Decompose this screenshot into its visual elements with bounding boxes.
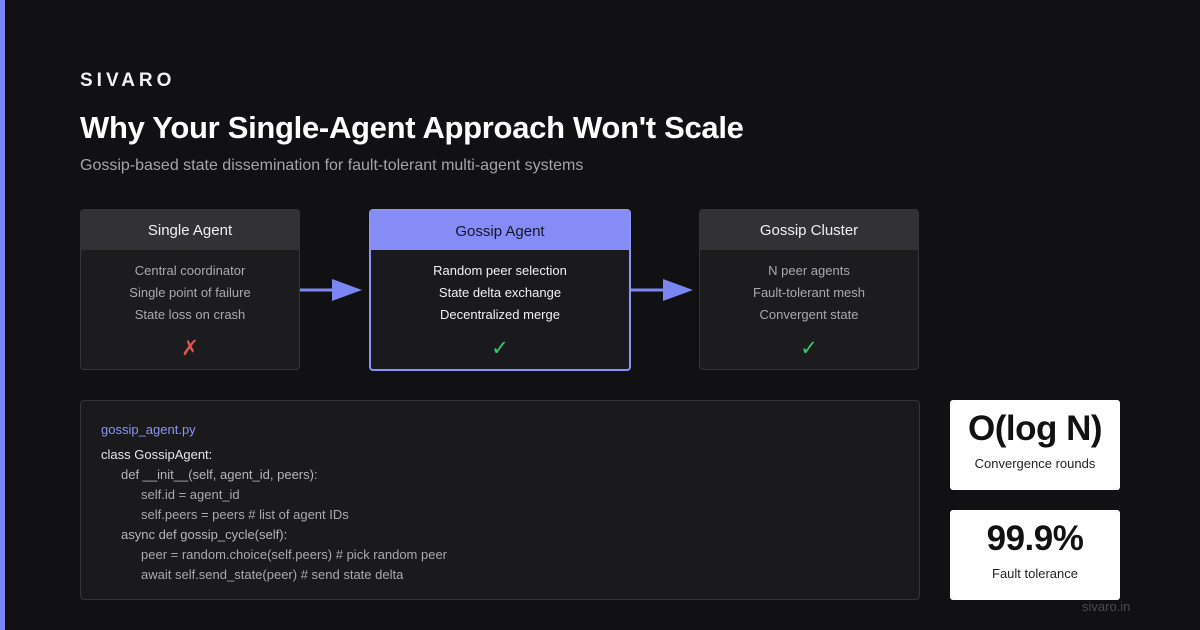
card-line: State delta exchange (438, 285, 562, 300)
stat-fault-tolerance: 99.9% Fault tolerance (950, 510, 1120, 600)
code-line: def __init__(self, agent_id, peers): (121, 467, 318, 482)
check-icon: ✓ (491, 337, 509, 360)
brand-logo: SIVARO (80, 70, 176, 91)
code-line: self.id = agent_id (141, 487, 240, 502)
code-line: peer = random.choice(self.peers) # pick … (141, 547, 448, 562)
footer-url: sivaro.in (1082, 599, 1131, 614)
card-line: Convergent state (759, 307, 859, 322)
card-single-agent: Single Agent Central coordinator Single … (80, 209, 300, 370)
code-line: await self.send_state(peer) # send state… (141, 567, 404, 582)
stat-value: 99.9% (986, 519, 1084, 558)
card-title: Single Agent (81, 210, 299, 250)
arrow-right-icon (631, 279, 693, 301)
card-title: Gossip Agent (371, 211, 629, 250)
code-line: async def gossip_cycle(self): (121, 527, 288, 542)
card-gossip-agent: Gossip Agent Random peer selection State… (369, 209, 631, 371)
card-line: Central coordinator (134, 263, 246, 278)
arrow-right-icon (300, 279, 362, 301)
check-icon: ✓ (800, 337, 818, 360)
stat-label: Fault tolerance (992, 566, 1078, 581)
accent-bar (0, 0, 5, 630)
code-line: class GossipAgent: (101, 447, 213, 462)
card-line: Decentralized merge (440, 307, 560, 322)
code-snippet: gossip_agent.py class GossipAgent: def _… (80, 400, 920, 600)
stat-label: Convergence rounds (974, 456, 1096, 471)
card-line: Random peer selection (433, 263, 567, 278)
cross-icon: ✗ (181, 337, 199, 360)
page-title: Why Your Single-Agent Approach Won't Sca… (80, 110, 744, 145)
card-line: State loss on crash (134, 307, 246, 322)
card-title: Gossip Cluster (700, 210, 918, 250)
code-line: self.peers = peers # list of agent IDs (141, 507, 349, 522)
code-filename: gossip_agent.py (101, 422, 196, 437)
stat-value: O(log N) (967, 409, 1103, 448)
card-line: Single point of failure (129, 285, 251, 300)
card-gossip-cluster: Gossip Cluster N peer agents Fault-toler… (699, 209, 919, 370)
card-line: N peer agents (768, 263, 850, 278)
card-line: Fault-tolerant mesh (753, 285, 865, 300)
stat-convergence: O(log N) Convergence rounds (950, 400, 1120, 490)
page-subtitle: Gossip-based state dissemination for fau… (80, 157, 584, 174)
